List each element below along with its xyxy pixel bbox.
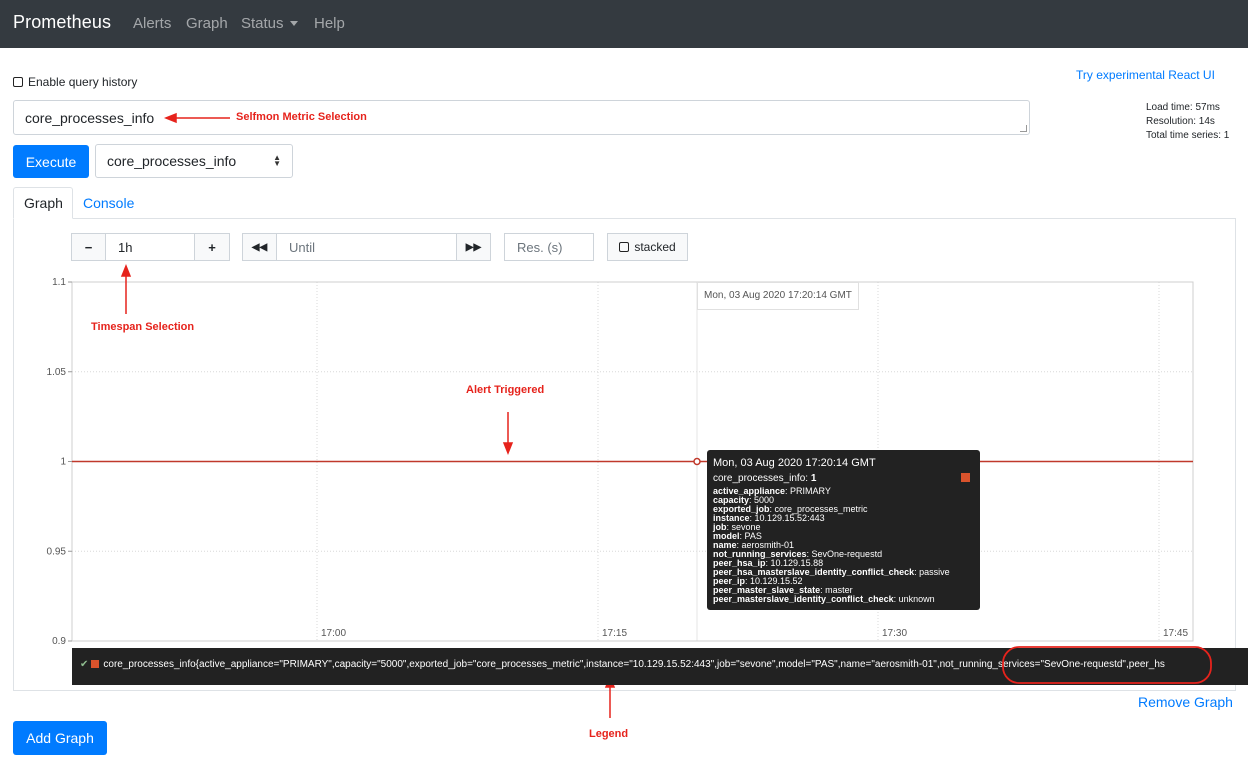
graph-legend[interactable]: ✔ core_processes_info{active_appliance="P… <box>72 648 1248 685</box>
metric-select[interactable]: core_processes_info ▲ ▼ <box>95 144 293 178</box>
legend-color-swatch <box>91 660 100 668</box>
query-history-label: Enable query history <box>28 75 138 89</box>
load-time: Load time: 57ms <box>1146 102 1220 113</box>
nav-alerts[interactable]: Alerts <box>133 15 171 32</box>
resolution-input[interactable]: Res. (s) <box>504 233 594 261</box>
range-input[interactable]: 1h <box>105 233 195 261</box>
react-ui-link[interactable]: Try experimental React UI <box>1076 68 1215 82</box>
nav-status[interactable]: Status <box>241 15 298 32</box>
tooltip-time: Mon, 03 Aug 2020 17:20:14 GMT <box>713 457 876 469</box>
until-input[interactable]: Until <box>276 233 457 261</box>
annotation-metric-selection: Selfmon Metric Selection <box>236 111 367 123</box>
tooltip-label-key: peer_masterslave_identity_conflict_check <box>713 594 894 604</box>
tooltip-label-row: peer_masterslave_identity_conflict_check… <box>713 595 974 604</box>
check-icon: ✔ <box>80 659 89 670</box>
annotation-legend: Legend <box>589 728 629 740</box>
stacked-checkbox[interactable] <box>619 242 630 252</box>
tooltip-series-name: core_processes_info: <box>713 473 809 484</box>
tab-graph[interactable]: Graph <box>13 187 73 219</box>
series-tooltip: Mon, 03 Aug 2020 17:20:14 GMT core_proce… <box>707 450 980 610</box>
tab-console[interactable]: Console <box>83 195 134 211</box>
tooltip-label-value: : PRIMARY <box>785 486 831 496</box>
query-stats: Load time: 57ms Resolution: 14s Total ti… <box>1146 101 1229 143</box>
increase-range-button[interactable]: + <box>194 233 230 261</box>
tooltip-label-value: : unknown <box>893 594 935 604</box>
select-arrows-icon: ▲ ▼ <box>273 153 281 168</box>
graph-panel <box>13 218 1236 691</box>
expression-value: core_processes_info <box>25 110 155 126</box>
add-graph-button[interactable]: Add Graph <box>13 721 107 755</box>
tooltip-labels: active_appliance: PRIMARY capacity: 5000 e… <box>713 487 974 604</box>
legend-series-label[interactable]: core_processes_info{active_appliance="PR… <box>103 659 1165 670</box>
query-history-toggle[interactable]: Enable query history <box>13 75 137 89</box>
nav-graph[interactable]: Graph <box>186 15 228 32</box>
decrease-range-button[interactable]: − <box>71 233 106 261</box>
tooltip-label-value: : passive <box>914 567 950 577</box>
remove-graph-link[interactable]: Remove Graph <box>1138 694 1233 710</box>
query-history-checkbox[interactable] <box>13 77 23 87</box>
stacked-toggle[interactable]: stacked <box>607 233 688 261</box>
nav-help[interactable]: Help <box>314 15 345 32</box>
total-series: Total time series: 1 <box>1146 130 1230 141</box>
forward-button[interactable]: ▶▶ <box>456 233 491 261</box>
rewind-button[interactable]: ◀◀ <box>242 233 277 261</box>
execute-button[interactable]: Execute <box>13 145 89 178</box>
tooltip-label-value: : 10.129.15.52:443 <box>749 513 825 523</box>
tooltip-color-swatch <box>961 473 970 482</box>
resolution: Resolution: 14s <box>1146 116 1215 127</box>
stacked-label: stacked <box>634 240 676 254</box>
brand-logo[interactable]: Prometheus <box>13 12 111 33</box>
expression-input[interactable]: core_processes_info <box>13 100 1030 135</box>
hover-time-label: Mon, 03 Aug 2020 17:20:14 GMT <box>697 282 859 310</box>
nav-status-label: Status <box>241 15 284 32</box>
resize-grip-icon[interactable] <box>1020 125 1027 132</box>
tooltip-series: core_processes_info: 1 <box>713 473 974 485</box>
chevron-down-icon <box>289 21 298 26</box>
metric-select-value: core_processes_info <box>107 153 237 169</box>
tooltip-series-value: 1 <box>810 473 817 484</box>
annotation-alert-triggered: Alert Triggered <box>466 384 545 396</box>
annotation-timespan-selection: Timespan Selection <box>91 321 195 333</box>
navbar: Prometheus Alerts Graph Status Help <box>0 0 1248 48</box>
